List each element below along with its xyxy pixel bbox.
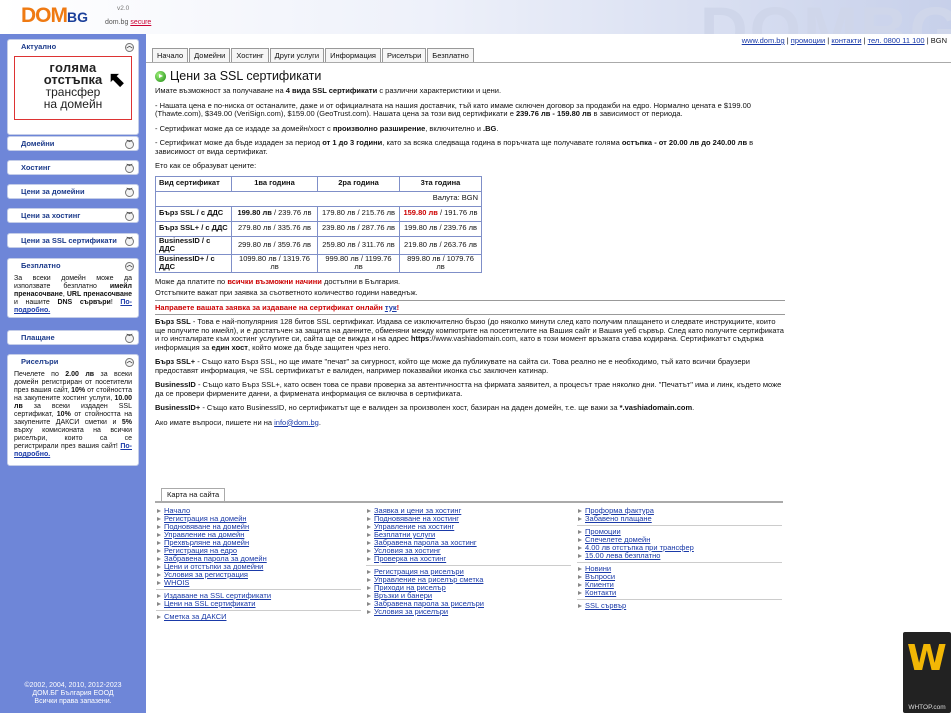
sidebar-item-domain-prices[interactable]: Цени за домейни ﹀ [7, 184, 139, 199]
table-intro: Ето как се образуват цените: [155, 161, 257, 170]
sitemap-col-3: Проформа фактура Забавено плащане Промоц… [577, 507, 782, 610]
home-link[interactable]: www.dom.bg [742, 36, 785, 45]
tab-home[interactable]: Начало [152, 48, 189, 62]
col-header: 2ра година [317, 175, 400, 192]
sitemap-col-2: Заявка и цени за хостинг Подновяване на … [366, 507, 571, 616]
table-currency-row: Валута: BGN [155, 190, 482, 207]
whtop-label: WHTOP.com [908, 704, 946, 711]
discount-note: Отстъпките важат при заявка за съответно… [155, 288, 418, 297]
collapse-icon[interactable]: ︿ [125, 358, 134, 367]
tab-sitemap[interactable]: Карта на сайта [161, 488, 226, 501]
sidebar-item-payment[interactable]: Плащане ﹀ [7, 330, 139, 345]
main-content: Цени за SSL сертификати Имате възможност… [155, 64, 785, 427]
secure-link[interactable]: secure [130, 19, 151, 26]
aktualno-title: Актуално [21, 42, 57, 51]
tab-domains[interactable]: Домейни [189, 48, 231, 62]
contacts-link[interactable]: контакти [831, 36, 861, 45]
promo-banner[interactable]: голяма отстъпка трансфер на домейн ⬉ [14, 56, 132, 120]
resellers-title: Риселъри [21, 357, 59, 366]
nav-divider [146, 62, 951, 63]
free-text: За всеки домейн може да използвате безпл… [14, 275, 133, 314]
whtop-logo-icon: W [907, 638, 947, 679]
logo-subtitle: dom.bg secure [105, 19, 152, 26]
collapse-icon[interactable]: ︿ [125, 262, 134, 271]
table-header-row: Вид сертификат 1ва година 2ра година 3та… [155, 175, 482, 192]
email-link[interactable]: info@dom.bg [274, 418, 319, 427]
promotions-link[interactable]: промоции [791, 36, 825, 45]
desc-businessid: BusinessID - Също като Бърз SSL+, като о… [155, 380, 782, 398]
expand-icon[interactable]: ﹀ [125, 237, 134, 246]
free-title: Безплатно [21, 261, 61, 270]
desc-fast-ssl: Бърз SSL - Това е най-популярния 128 бит… [155, 317, 784, 352]
currency-note: Валута: BGN [155, 190, 482, 207]
sitemap-link[interactable]: WHOIS [156, 579, 361, 587]
sidebar-item-ssl-prices[interactable]: Цени за SSL сертификати ﹀ [7, 233, 139, 248]
sitemap-divider [155, 501, 783, 503]
expand-icon[interactable]: ﹀ [125, 212, 134, 221]
intro-text: Имате възможност за получаване на 4 вида… [155, 86, 502, 95]
expand-icon[interactable]: ﹀ [125, 188, 134, 197]
sitemap-link[interactable]: Проверка на хостинг [366, 555, 571, 563]
cursor-icon: ⬉ [108, 69, 125, 91]
sidebar-item-hosting-prices[interactable]: Цени за хостинг ﹀ [7, 208, 139, 223]
table-row: Бърз SSL+ / с ДДС 279.80 лв / 335.76 лв … [155, 220, 482, 237]
expand-icon[interactable]: ﹀ [125, 334, 134, 343]
col-header: 1ва година [231, 175, 318, 192]
price-paragraph: - Нашата цена е по-ниска от останалите, … [155, 100, 751, 118]
sitemap-link[interactable]: SSL сървър [577, 602, 782, 610]
sitemap-link[interactable]: Контакти [577, 589, 782, 597]
desc-businessid-plus: BusinessID+ - Също като BusinessID, но с… [155, 403, 695, 412]
contact-note: Ако имате въпроси, пишете ни на info@dom… [155, 417, 321, 427]
collapse-icon[interactable]: ︿ [125, 43, 134, 52]
tab-free[interactable]: Безплатно [427, 48, 474, 62]
sitemap-col-1: Начало Регистрация на домейн Подновяване… [156, 507, 361, 621]
sidebar-item-hosting[interactable]: Хостинг ﹀ [7, 160, 139, 175]
table-row: Бърз SSL / с ДДС 199.80 лв / 239.76 лв 1… [155, 205, 482, 222]
top-links: www.dom.bg | промоции | контакти | тел. … [741, 36, 947, 45]
order-cta: Направете вашата заявка за издаване на с… [155, 302, 400, 312]
resellers-box: Риселъри ︿ Печелете по 2.00 лв за всеки д… [7, 354, 139, 466]
col-header: Вид сертификат [155, 175, 232, 192]
resellers-text: Печелете по 2.00 лв за всеки домейн реги… [14, 371, 133, 458]
tab-information[interactable]: Информация [325, 48, 381, 62]
period-paragraph: - Сертификат може да бъде издаден за пер… [155, 138, 754, 156]
sidebar: Актуално ︿ голяма отстъпка трансфер на до… [0, 34, 146, 713]
free-box: Безплатно ︿ За всеки домейн може да изпол… [7, 258, 139, 318]
payment-note: Може да платите по всички възможни начин… [155, 276, 401, 286]
table-row: BusinessID / с ДДС 299.80 лв / 359.76 лв… [155, 235, 482, 255]
sitemap-link[interactable]: Сметка за ДАКСИ [156, 613, 361, 621]
tab-hosting[interactable]: Хостинг [231, 48, 269, 62]
price-table: Вид сертификат 1ва година 2ра година 3та… [155, 175, 482, 273]
sitemap-link[interactable]: 15.00 лева безплатно [577, 552, 782, 560]
tab-other-services[interactable]: Други услуги [269, 48, 325, 62]
main-nav: Начало Домейни Хостинг Други услуги Инфо… [152, 48, 474, 62]
sidebar-item-domains[interactable]: Домейни ﹀ [7, 136, 139, 151]
expand-icon[interactable]: ﹀ [125, 140, 134, 149]
copyright: ©2002, 2004, 2010, 2012-2023 ДОМ.БГ Бълг… [24, 682, 122, 705]
sitemap-link[interactable]: Условия за риселъри [366, 608, 571, 616]
sitemap-link[interactable]: Забавено плащане [577, 515, 782, 523]
whtop-badge[interactable]: W WHTOP.com [903, 632, 951, 713]
desc-fast-ssl-plus: Бърз SSL+ - Също като Бърз SSL, но ще им… [155, 357, 750, 375]
expand-icon[interactable]: ﹀ [125, 164, 134, 173]
tab-resellers[interactable]: Риселъри [382, 48, 427, 62]
col-header: 3та година [399, 175, 482, 192]
header-bar: DOMBG DOMBG v2.0 dom.bg secure [0, 0, 951, 34]
header-watermark: DOMBG [700, 0, 951, 34]
site-logo[interactable]: DOMBG [21, 4, 88, 28]
aktualno-box: Актуално ︿ голяма отстъпка трансфер на до… [7, 39, 139, 135]
go-arrow-icon [155, 71, 166, 82]
sitemap-link[interactable]: Цени на SSL сертификати [156, 600, 361, 608]
currency-label[interactable]: BGN [931, 36, 947, 45]
page-title: Цени за SSL сертификати [155, 68, 785, 85]
table-row: BusinessID+ / с ДДС 1099.80 лв / 1319.76… [155, 253, 482, 273]
extension-paragraph: - Сертификат може да се издаде за домейн… [155, 123, 499, 133]
phone-link[interactable]: тел. 0800 11 100 [868, 36, 925, 45]
order-here-link[interactable]: тук [385, 303, 397, 312]
version-label: v2.0 [117, 5, 130, 12]
